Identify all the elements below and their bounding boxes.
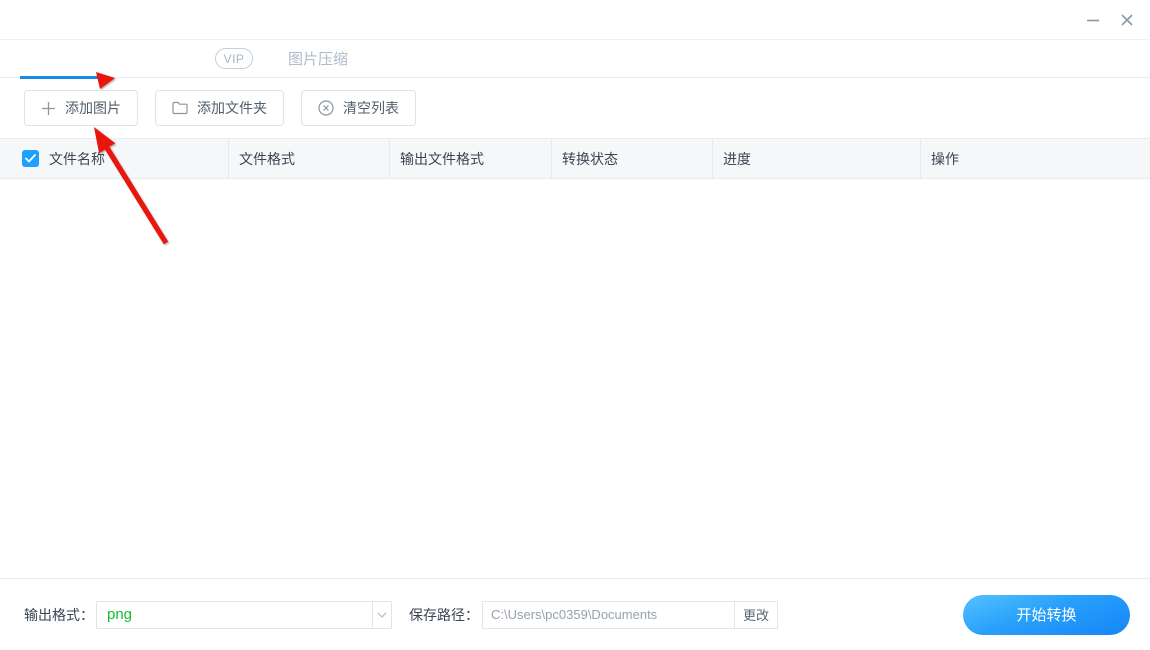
minimize-icon bbox=[1086, 13, 1100, 27]
output-format-value: png bbox=[107, 606, 133, 623]
change-path-button[interactable]: 更改 bbox=[734, 600, 778, 629]
column-convert-status: 转换状态 bbox=[551, 139, 712, 178]
add-image-label: 添加图片 bbox=[65, 100, 121, 116]
start-convert-button[interactable]: 开始转换 bbox=[963, 594, 1130, 635]
column-progress: 进度 bbox=[712, 139, 920, 178]
clear-list-label: 清空列表 bbox=[343, 100, 399, 116]
add-image-button[interactable]: 添加图片 bbox=[24, 90, 138, 126]
add-folder-label: 添加文件夹 bbox=[197, 100, 267, 116]
app-window: VIP 图片压缩 添加图片 添加文件夹 清空列表 文件名称 文件格式 输出文件格… bbox=[0, 0, 1150, 650]
output-format-label: 输出格式： bbox=[24, 606, 94, 623]
file-list-empty-area bbox=[0, 179, 1150, 578]
column-file-name: 文件名称 bbox=[0, 139, 228, 178]
header-output-format: 输出文件格式 bbox=[400, 150, 484, 167]
clear-list-button[interactable]: 清空列表 bbox=[301, 90, 416, 126]
circle-x-icon bbox=[318, 100, 334, 116]
column-file-format: 文件格式 bbox=[228, 139, 389, 178]
plus-icon bbox=[41, 101, 56, 116]
header-file-name: 文件名称 bbox=[49, 150, 105, 167]
titlebar bbox=[0, 0, 1150, 40]
tab-convert-active-indicator[interactable] bbox=[20, 76, 105, 79]
output-format-select[interactable]: png bbox=[96, 600, 392, 629]
save-path-input[interactable] bbox=[482, 600, 735, 629]
column-operation: 操作 bbox=[920, 139, 1150, 178]
toolbar: 添加图片 添加文件夹 清空列表 bbox=[0, 78, 1150, 138]
minimize-button[interactable] bbox=[1076, 5, 1110, 35]
tab-bar: VIP 图片压缩 bbox=[0, 40, 1150, 79]
header-progress: 进度 bbox=[723, 150, 751, 167]
footer-bar: 输出格式： png 保存路径： 更改 开始转换 bbox=[0, 578, 1150, 650]
header-operation: 操作 bbox=[931, 150, 959, 167]
select-all-checkbox[interactable] bbox=[22, 150, 39, 167]
header-file-format: 文件格式 bbox=[239, 150, 295, 167]
close-button[interactable] bbox=[1110, 5, 1144, 35]
checkmark-icon bbox=[25, 154, 36, 163]
close-icon bbox=[1120, 13, 1134, 27]
vip-badge[interactable]: VIP bbox=[215, 48, 253, 69]
tab-image-compress[interactable]: 图片压缩 bbox=[288, 40, 348, 77]
header-convert-status: 转换状态 bbox=[562, 150, 618, 167]
folder-icon bbox=[172, 101, 188, 115]
save-path-label: 保存路径： bbox=[409, 606, 479, 623]
add-folder-button[interactable]: 添加文件夹 bbox=[155, 90, 284, 126]
column-output-format: 输出文件格式 bbox=[389, 139, 551, 178]
file-table-header: 文件名称 文件格式 输出文件格式 转换状态 进度 操作 bbox=[0, 138, 1150, 179]
chevron-down-icon[interactable] bbox=[372, 601, 391, 628]
